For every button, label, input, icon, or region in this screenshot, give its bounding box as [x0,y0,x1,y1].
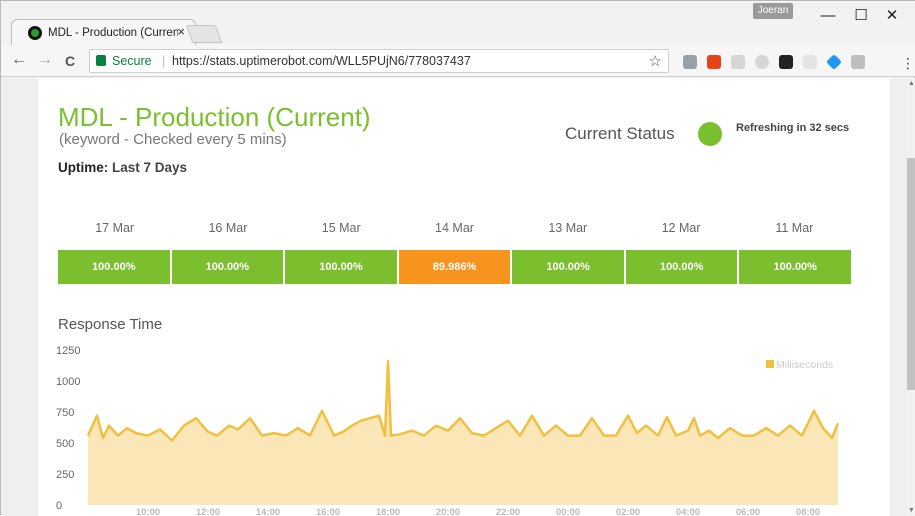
uptime-day-labels: 17 Mar 16 Mar 15 Mar 14 Mar 13 Mar 12 Ma… [58,221,851,237]
puzzle-icon[interactable] [851,55,865,69]
monitor-card: MDL - Production (Current) (keyword - Ch… [38,78,890,516]
tab-close-button[interactable]: × [177,24,185,39]
reload-button[interactable]: C [65,53,75,69]
day-label: 17 Mar [95,221,135,235]
y-tick-label: 0 [56,500,62,512]
day-label: 14 Mar [435,221,474,235]
y-tick-label: 500 [56,438,74,450]
y-tick-label: 1000 [56,376,80,388]
legend-swatch [766,360,774,368]
page-viewport: MDL - Production (Current) (keyword - Ch… [2,78,906,516]
response-time-title: Response Time [58,316,163,333]
hat-icon[interactable] [779,55,793,69]
monitor-title: MDL - Production (Current) [58,102,371,132]
forward-button[interactable]: → [37,51,53,69]
url-text[interactable]: https://stats.uptimerobot.com/WLL5PUjN6/… [172,54,471,68]
y-tick-label: 250 [56,469,74,481]
close-window-button[interactable]: ✕ [877,5,907,27]
day-uptime-bar[interactable]: 100.00% [739,250,852,284]
response-time-chart[interactable]: 02505007501000125010:00 12:00 14:00 16:00 18… [48,340,848,516]
y-tick-label: 1250 [56,345,80,357]
maximize-button[interactable]: ☐ [846,5,876,27]
legend-label: Milliseconds [776,359,833,371]
favicon-icon [28,26,42,40]
diamond-icon[interactable] [826,54,842,70]
day-label: 13 Mar [548,221,588,235]
day-label: 15 Mar [321,221,361,235]
font-icon[interactable] [803,55,817,69]
day-uptime-bar[interactable]: 100.00% [58,250,170,284]
scrollbar[interactable]: ▲ ▼ [906,78,915,516]
day-uptime-bar[interactable]: 100.00% [512,250,624,284]
back-button[interactable]: ← [11,51,27,69]
download-icon[interactable] [683,55,697,69]
office-icon[interactable] [707,55,721,69]
title-bar: MDL - Production (Current) × Joeran — ☐ … [1,1,915,46]
circle-icon[interactable] [755,55,769,69]
day-label: 16 Mar [208,221,248,235]
browser-toolbar: ← → C Secure | https://stats.uptimerobot… [1,45,915,77]
refresh-countdown: Refreshing in 32 secs [736,122,850,134]
day-uptime-bar[interactable]: 100.00% [285,250,397,284]
secure-label: Secure [112,54,152,68]
uptime-label: Uptime [58,160,104,175]
scroll-down-icon[interactable]: ▼ [908,507,915,514]
day-label: 12 Mar [661,221,701,235]
day-uptime-bar[interactable]: 100.00% [625,250,738,284]
day-uptime-bar[interactable]: 100.00% [171,250,284,284]
uptime-day-bars: 100.00% 100.00% 100.00% 89.986% 100.00% … [58,250,852,284]
address-bar[interactable]: Secure | https://stats.uptimerobot.com/W… [89,49,669,73]
scrollbar-thumb[interactable] [907,158,915,390]
browser-tab[interactable]: MDL - Production (Current) × [11,19,196,46]
browser-menu-icon[interactable]: ⋮ [901,55,915,72]
cl-icon[interactable] [731,55,745,69]
y-tick-label: 750 [56,407,74,419]
lock-icon [96,55,106,66]
day-label: 11 Mar [775,221,814,235]
scroll-up-icon[interactable]: ▲ [908,80,915,87]
browser-window: MDL - Production (Current) × Joeran — ☐ … [0,0,915,516]
tab-title: MDL - Production (Current) [48,27,178,39]
uptime-heading: Uptime: Last 7 Days [58,160,187,175]
status-indicator [698,122,722,146]
monitor-subtitle: (keyword - Checked every 5 mins) [59,131,287,148]
current-status-label: Current Status [565,124,675,143]
minimize-button[interactable]: — [813,5,843,27]
address-separator: | [162,54,166,68]
new-tab-button[interactable] [185,25,223,43]
profile-badge[interactable]: Joeran [753,3,793,19]
day-uptime-bar[interactable]: 89.986% [398,250,511,284]
uptime-range: : Last 7 Days [103,160,188,175]
bookmark-star-icon[interactable]: ☆ [649,52,662,70]
